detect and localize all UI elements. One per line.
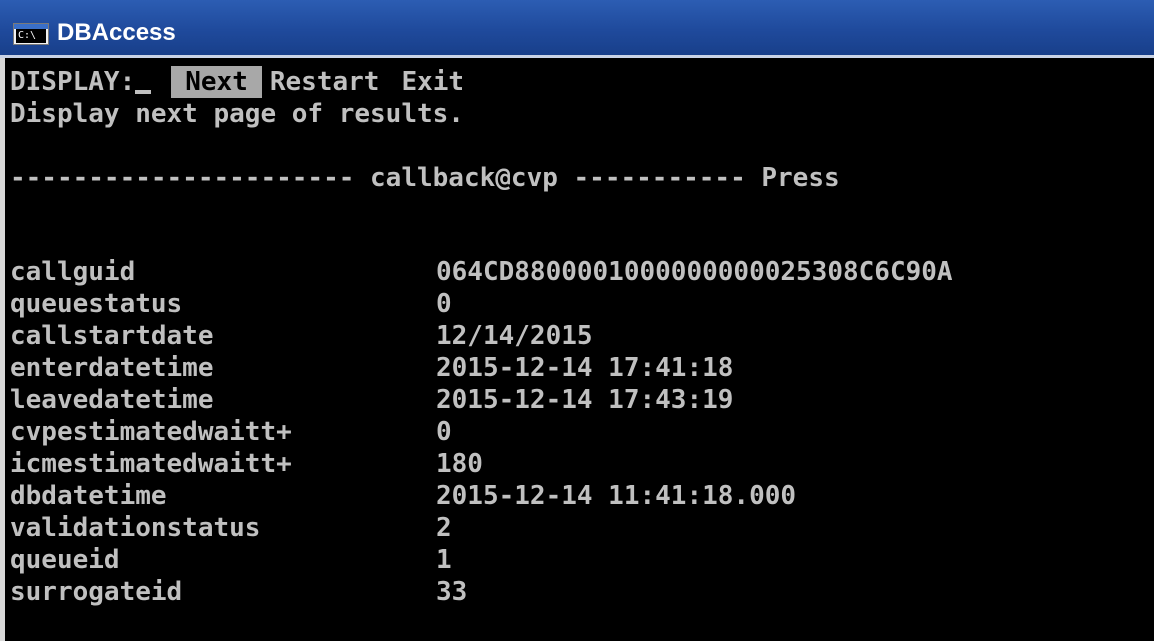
field-value: 2015-12-14 17:41:18: [436, 353, 734, 383]
field-name: callguid: [10, 257, 136, 287]
field-value: 180: [436, 449, 483, 479]
field-value: 2015-12-14 11:41:18.000: [436, 481, 797, 511]
console-icon[interactable]: C:\: [13, 23, 49, 45]
field-value: 33: [436, 577, 468, 607]
display-prompt: DISPLAY:: [10, 67, 136, 97]
field-name: queueid: [10, 545, 120, 575]
header-dashes-left: ----------------------: [10, 163, 355, 193]
window-title: DBAccess: [57, 19, 176, 46]
field-name: dbdatetime: [10, 481, 167, 511]
header-table-name: callback@cvp: [370, 163, 558, 193]
menu-help-text: Display next page of results.: [10, 99, 464, 129]
console-icon-glyph: C:\: [16, 29, 46, 43]
text-cursor: [135, 90, 152, 94]
field-name: surrogateid: [10, 577, 183, 607]
menu-item-next[interactable]: Next: [171, 66, 262, 98]
field-name: validationstatus: [10, 513, 261, 543]
field-name: leavedatetime: [10, 385, 214, 415]
console-window: C:\ DBAccess DISPLAY: Next Restart Exit Dis…: [0, 0, 1154, 641]
field-value: 2: [436, 513, 452, 543]
field-value: 0: [436, 417, 452, 447]
field-name: queuestatus: [10, 289, 183, 319]
field-name: enterdatetime: [10, 353, 214, 383]
field-name: icmestimatedwaitt+: [10, 449, 292, 479]
field-value: 2015-12-14 17:43:19: [436, 385, 734, 415]
field-name: callstartdate: [10, 321, 214, 351]
title-bar[interactable]: C:\ DBAccess: [0, 0, 1154, 58]
field-value: 12/14/2015: [436, 321, 593, 351]
header-dashes-right: -----------: [573, 163, 746, 193]
console-left-border: [0, 58, 5, 641]
header-hint: Press: [761, 163, 840, 193]
menu-item-restart[interactable]: Restart: [270, 66, 380, 98]
menu-item-exit[interactable]: Exit: [401, 66, 464, 98]
field-value: 0: [436, 289, 452, 319]
menu-line: DISPLAY: Next Restart Exit: [10, 66, 464, 98]
terminal-area[interactable]: DISPLAY: Next Restart Exit Display next pag…: [0, 58, 1154, 641]
field-name: cvpestimatedwaitt+: [10, 417, 292, 447]
results-header: ---------------------- callback@cvp ----…: [10, 162, 1154, 194]
field-value: 064CD8800001000000000025308C6C90A: [436, 257, 953, 287]
field-value: 1: [436, 545, 452, 575]
